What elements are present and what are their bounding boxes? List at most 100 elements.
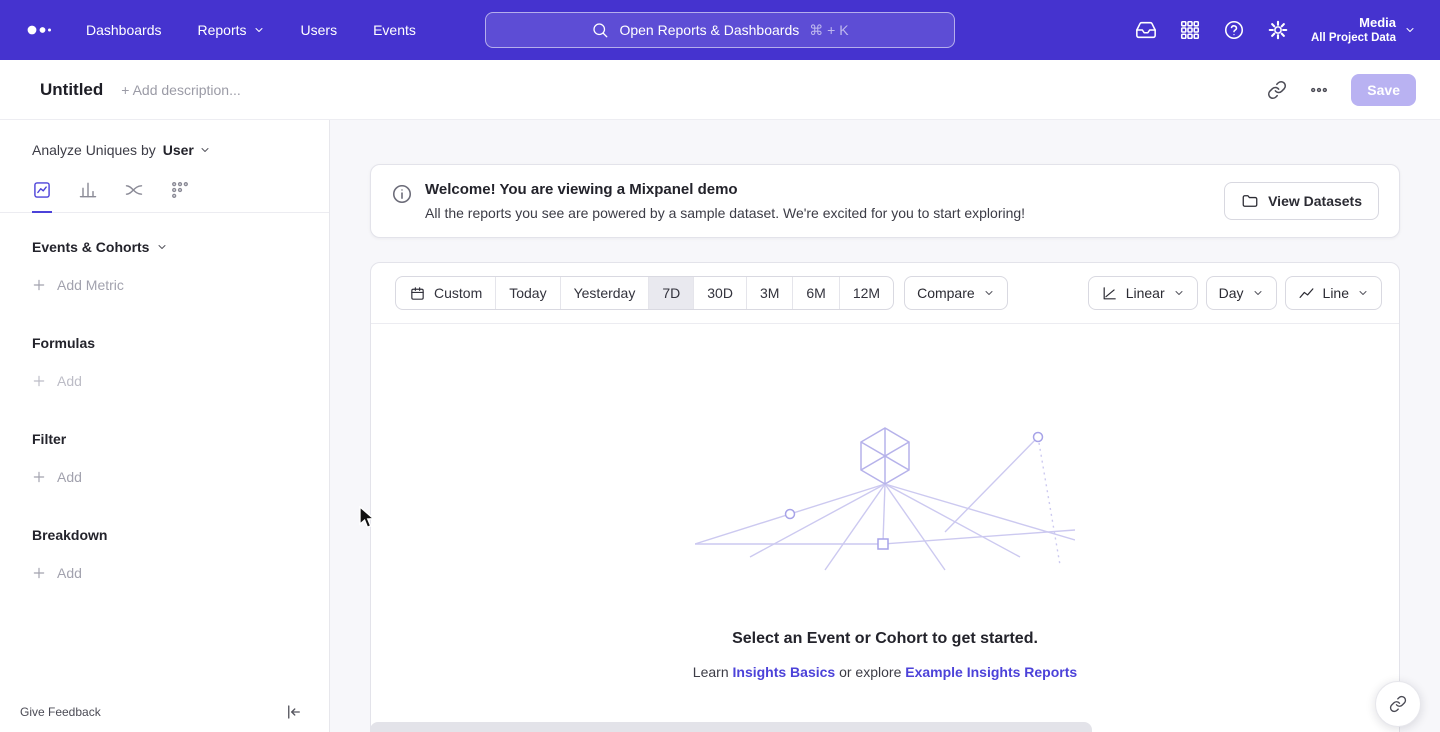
interval-label: Day [1219, 285, 1244, 301]
events-cohorts-label: Events & Cohorts [32, 239, 149, 255]
more-options-icon[interactable] [1309, 80, 1329, 100]
empty-state-title: Select an Event or Cohort to get started… [371, 630, 1399, 648]
chevron-down-icon [1173, 287, 1185, 299]
inbox-icon[interactable] [1135, 19, 1157, 41]
add-breakdown-button[interactable]: Add [32, 565, 297, 581]
flows-icon [124, 180, 144, 200]
chevron-down-icon [199, 144, 211, 156]
chevron-down-icon [253, 24, 265, 36]
date-range-3m[interactable]: 3M [746, 277, 792, 309]
date-range-label: 7D [662, 285, 680, 301]
date-range-12m[interactable]: 12M [839, 277, 893, 309]
folder-icon [1241, 192, 1259, 210]
date-range-today[interactable]: Today [495, 277, 559, 309]
date-range-label: 30D [707, 285, 733, 301]
breakdown-title: Breakdown [32, 527, 297, 543]
add-formula-button[interactable]: Add [32, 373, 297, 389]
settings-gear-icon[interactable] [1267, 19, 1289, 41]
plus-icon [32, 470, 46, 484]
add-metric-button[interactable]: Add Metric [32, 277, 297, 293]
sidebar-footer: Give Feedback [0, 703, 329, 732]
plus-icon [32, 278, 46, 292]
line-chart-icon [1298, 285, 1315, 302]
linear-axis-icon [1101, 285, 1118, 302]
compare-label: Compare [917, 285, 975, 301]
add-metric-label: Add Metric [57, 277, 124, 293]
nav-item-dashboards[interactable]: Dashboards [86, 22, 162, 38]
filter-section: Filter Add [0, 431, 329, 485]
plus-icon [32, 374, 46, 388]
view-datasets-button[interactable]: View Datasets [1224, 182, 1379, 220]
date-range-30d[interactable]: 30D [693, 277, 746, 309]
chart-type-dropdown[interactable]: Line [1285, 276, 1382, 310]
nav-item-users[interactable]: Users [301, 22, 338, 38]
nav-item-events[interactable]: Events [373, 22, 416, 38]
query-builder-sidebar: Analyze Uniques by User [0, 120, 330, 732]
calendar-icon [409, 285, 426, 302]
chevron-down-icon [1404, 24, 1416, 36]
interval-dropdown[interactable]: Day [1206, 276, 1277, 310]
search-icon [591, 21, 609, 39]
date-range-yesterday[interactable]: Yesterday [560, 277, 649, 309]
filter-title: Filter [32, 431, 297, 447]
view-datasets-label: View Datasets [1268, 193, 1362, 209]
title-bar-actions: Save [1267, 74, 1416, 106]
share-link-fab[interactable] [1375, 681, 1421, 727]
scale-dropdown[interactable]: Linear [1088, 276, 1198, 310]
nav-item-reports[interactable]: Reports [198, 22, 265, 38]
tab-insights[interactable] [32, 180, 52, 213]
retention-dots-icon [170, 180, 190, 200]
collapse-sidebar-icon[interactable] [285, 703, 303, 721]
add-filter-label: Add [57, 469, 82, 485]
date-range-7d[interactable]: 7D [648, 277, 693, 309]
chart-type-label: Line [1323, 285, 1349, 301]
horizontal-scrollbar[interactable] [370, 722, 1092, 732]
copy-link-icon[interactable] [1267, 80, 1287, 100]
events-cohorts-header[interactable]: Events & Cohorts [32, 239, 297, 255]
search-input[interactable]: Open Reports & Dashboards ⌘ + K [485, 12, 955, 48]
info-icon [391, 183, 413, 205]
date-range-label: 6M [806, 285, 825, 301]
tab-flows[interactable] [124, 180, 144, 213]
report-title[interactable]: Untitled [40, 80, 103, 100]
analyze-label: Analyze Uniques by [32, 142, 156, 158]
example-reports-link[interactable]: Example Insights Reports [905, 664, 1077, 680]
banner-text: Welcome! You are viewing a Mixpanel demo… [425, 181, 1025, 221]
search-placeholder: Open Reports & Dashboards [619, 22, 799, 38]
tab-retention[interactable] [170, 180, 190, 213]
insights-report-card: Custom Today Yesterday 7D 30D 3M 6M 12M … [370, 262, 1400, 732]
chevron-down-icon [983, 287, 995, 299]
add-filter-button[interactable]: Add [32, 469, 297, 485]
save-button[interactable]: Save [1351, 74, 1416, 106]
chart-options: Linear Day Line [1080, 276, 1382, 310]
chevron-down-icon [156, 241, 168, 253]
nav-item-label: Users [301, 22, 338, 38]
empty-state-text: Learn [693, 664, 729, 680]
date-range-label: 3M [760, 285, 779, 301]
scale-label: Linear [1126, 285, 1165, 301]
compare-button[interactable]: Compare [904, 276, 1008, 310]
main-content: Welcome! You are viewing a Mixpanel demo… [330, 120, 1440, 732]
project-selector[interactable]: Media All Project Data [1311, 15, 1416, 46]
chevron-down-icon [1252, 287, 1264, 299]
empty-state-illustration [695, 422, 1075, 577]
bar-chart-icon [78, 180, 98, 200]
report-description-placeholder[interactable]: + Add description... [121, 82, 240, 98]
nav-item-label: Reports [198, 22, 247, 38]
empty-state-text: or explore [839, 664, 901, 680]
mixpanel-logo-icon[interactable] [24, 18, 58, 42]
link-icon [1389, 695, 1407, 713]
tab-funnels[interactable] [78, 180, 98, 213]
add-breakdown-label: Add [57, 565, 82, 581]
plus-icon [32, 566, 46, 580]
date-range-custom[interactable]: Custom [396, 277, 495, 309]
project-name: Media [1311, 15, 1396, 31]
analyze-by-dropdown[interactable]: User [163, 142, 211, 158]
add-formula-label: Add [57, 373, 82, 389]
apps-grid-icon[interactable] [1179, 19, 1201, 41]
help-icon[interactable] [1223, 19, 1245, 41]
date-range-label: 12M [853, 285, 880, 301]
give-feedback-link[interactable]: Give Feedback [20, 705, 101, 719]
insights-basics-link[interactable]: Insights Basics [733, 664, 836, 680]
date-range-6m[interactable]: 6M [792, 277, 838, 309]
